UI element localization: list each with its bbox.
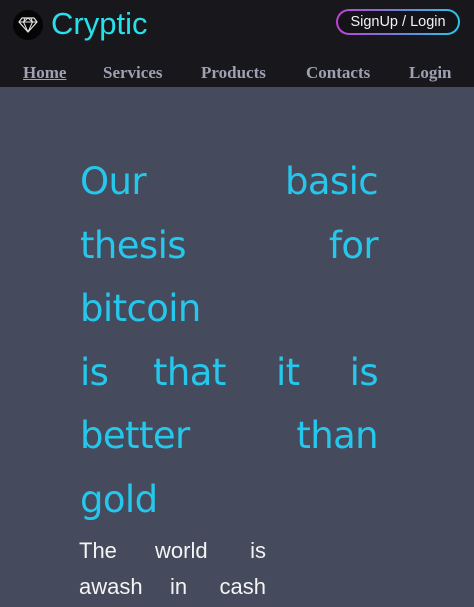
logo[interactable] (13, 10, 43, 40)
subtext-word: in (170, 574, 188, 599)
site-header: Cryptic SignUp / Login Home Services Pro… (0, 0, 474, 87)
hero-word: better (80, 414, 190, 457)
nav-item-services[interactable]: Services (103, 63, 162, 83)
hero-line: is that it is (80, 341, 379, 405)
subtext-line: The world is (79, 533, 269, 569)
hero-line: gold (80, 468, 378, 532)
subtext-word: cash (219, 574, 266, 599)
nav-item-login[interactable]: Login (409, 63, 452, 83)
hero-word: gold (80, 477, 158, 521)
main-nav: Home Services Products Contacts Login (0, 58, 474, 87)
hero-heading: Our basic thesis for bitcoin is that it … (80, 150, 379, 532)
signup-login-button[interactable]: SignUp / Login (336, 9, 460, 35)
hero-word: thesis (80, 223, 187, 267)
hero-word: than (296, 414, 378, 457)
subtext-word: The (79, 538, 117, 563)
hero-line: thesis for (80, 214, 379, 278)
hero-word: is (80, 350, 109, 394)
subtext-word: is (250, 538, 266, 563)
hero-line: better than (80, 404, 379, 468)
subtext-line: awash in cash (79, 569, 269, 605)
hero-line: Our basic (80, 150, 379, 214)
hero-word: Our (80, 160, 147, 203)
hero-word: for (328, 223, 379, 267)
hero-word: basic (284, 160, 379, 203)
hero-word: is (349, 350, 379, 394)
nav-item-products[interactable]: Products (201, 63, 266, 83)
hero-word: that (153, 350, 226, 394)
subtext-word: awash (79, 574, 143, 599)
diamond-icon (18, 17, 38, 33)
brand-name[interactable]: Cryptic (51, 4, 147, 44)
hero-subtext: The world is awash in cash (79, 533, 269, 605)
subtext-word: world (155, 538, 208, 563)
hero-word: it (276, 350, 300, 394)
nav-item-home[interactable]: Home (23, 63, 66, 83)
hero-line: bitcoin (80, 277, 378, 341)
nav-item-contacts[interactable]: Contacts (306, 63, 370, 83)
hero-word: bitcoin (80, 287, 201, 330)
